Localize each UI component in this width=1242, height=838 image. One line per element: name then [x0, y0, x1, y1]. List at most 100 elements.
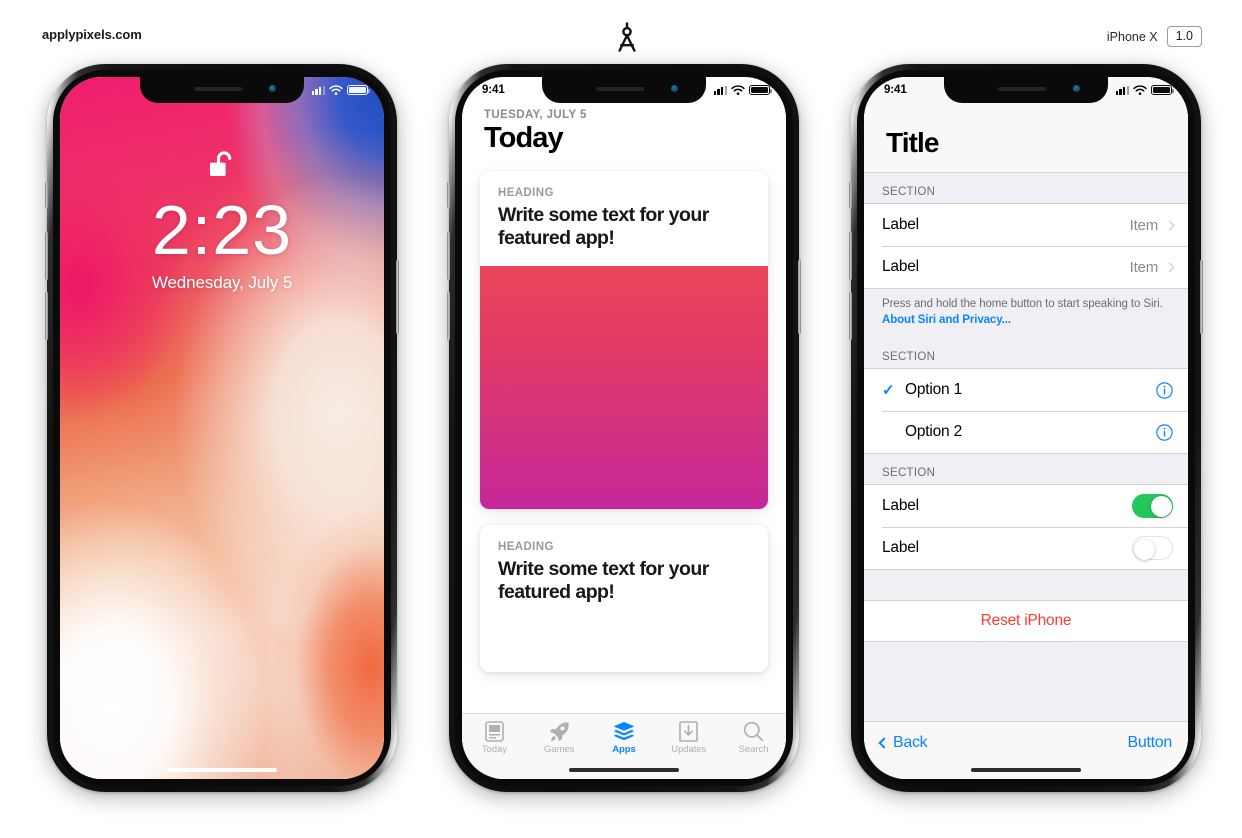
volume-down-button[interactable]: [849, 292, 852, 340]
row-label: Label: [882, 258, 919, 275]
battery-icon: [749, 85, 773, 95]
tab-label: Games: [544, 744, 575, 755]
table-section: ✓ Option 1 Option 2: [864, 368, 1188, 455]
cellular-signal-icon: [1115, 85, 1129, 95]
card-kicker: HEADING: [498, 187, 554, 199]
volume-down-button[interactable]: [45, 292, 48, 340]
wifi-icon: [329, 84, 343, 95]
page-title: Title: [886, 127, 939, 158]
tab-search[interactable]: Search: [721, 720, 786, 755]
table-section: Label Label: [864, 484, 1188, 571]
table-row[interactable]: Label: [864, 485, 1188, 527]
front-camera: [1073, 85, 1080, 92]
section-header: SECTION: [882, 467, 936, 480]
chevron-left-icon: [878, 736, 890, 749]
battery-icon: [347, 85, 371, 95]
newspaper-icon: [485, 720, 504, 742]
table-row[interactable]: Label Item: [864, 246, 1188, 288]
mute-switch[interactable]: [45, 182, 48, 208]
status-bar-time: 9:41: [482, 84, 505, 96]
settings-scroll-area[interactable]: SECTION Label Item Label Item Press and …: [864, 173, 1188, 721]
toggle-switch-off[interactable]: [1132, 536, 1173, 561]
card-headline: Write some text for your featured app!: [498, 557, 709, 604]
earpiece-speaker: [194, 86, 243, 91]
home-indicator[interactable]: [167, 767, 277, 772]
volume-up-button[interactable]: [849, 232, 852, 280]
home-indicator[interactable]: [569, 767, 679, 772]
toggle-switch-on[interactable]: [1132, 494, 1173, 519]
table-row[interactable]: Label Item: [864, 204, 1188, 246]
earpiece-speaker: [596, 86, 645, 91]
info-circle-icon[interactable]: [1156, 381, 1173, 399]
cellular-signal-icon: [713, 85, 727, 95]
tab-games[interactable]: Games: [527, 720, 592, 755]
battery-icon: [1151, 85, 1175, 95]
tab-label: Search: [738, 744, 769, 755]
card-kicker: HEADING: [498, 540, 554, 553]
front-camera: [269, 85, 276, 92]
chevron-right-icon: [1164, 220, 1175, 230]
volume-down-button[interactable]: [447, 292, 450, 340]
tab-label: Today: [481, 744, 507, 755]
power-button[interactable]: [798, 260, 801, 334]
device-meta: iPhone X 1.0: [1106, 26, 1202, 48]
bottom-toolbar: Back Button: [864, 721, 1188, 763]
compass-divider-logo: [607, 18, 647, 58]
cellular-signal-icon: [311, 85, 325, 95]
wifi-icon: [1133, 84, 1147, 95]
featured-card[interactable]: HEADING Write some text for your feature…: [480, 171, 768, 509]
lock-date: Wednesday, July 5: [151, 273, 293, 293]
table-section: Label Item Label Item: [864, 203, 1188, 289]
tab-label: Updates: [671, 744, 707, 755]
earpiece-speaker: [998, 86, 1047, 91]
featured-card[interactable]: HEADING Write some text for your feature…: [480, 524, 768, 672]
rocket-icon: [549, 720, 570, 742]
action-label: Reset iPhone: [980, 612, 1072, 630]
table-row[interactable]: Label: [864, 527, 1188, 569]
lock-screen-content: 2:23 Wednesday, July 5: [60, 149, 384, 293]
checkmark-icon: ✓: [882, 381, 895, 399]
table-row-option-2[interactable]: Option 2: [864, 411, 1188, 453]
toolbar-button-label: Button: [1127, 733, 1173, 751]
home-indicator[interactable]: [971, 767, 1081, 772]
page-title: Today: [484, 122, 564, 154]
screen: TUESDAY, JULY 5 Today HEADING Write some…: [462, 77, 786, 779]
phone-2-today-app: TUESDAY, JULY 5 Today HEADING Write some…: [447, 64, 801, 792]
card-image: [480, 265, 768, 509]
siri-privacy-link[interactable]: About Siri and Privacy...: [882, 314, 1011, 326]
status-bar-icons: [311, 84, 371, 96]
section-footnote: Press and hold the home button to start …: [864, 289, 1188, 338]
unlocked-padlock-icon: [207, 149, 237, 183]
back-button[interactable]: Back: [878, 733, 928, 752]
toolbar-button[interactable]: Button: [1127, 733, 1173, 752]
tab-updates[interactable]: Updates: [656, 720, 721, 755]
status-bar-time: 9:41: [884, 84, 907, 96]
today-scroll-area[interactable]: TUESDAY, JULY 5 Today HEADING Write some…: [462, 77, 786, 713]
row-label: Label: [882, 497, 919, 515]
status-bar-icons: [713, 84, 773, 96]
tab-today[interactable]: Today: [462, 720, 527, 755]
download-icon: [679, 720, 699, 742]
table-row-option-1[interactable]: ✓ Option 1: [864, 369, 1188, 411]
volume-up-button[interactable]: [45, 232, 48, 280]
row-value: Item: [1129, 258, 1159, 276]
power-button[interactable]: [1200, 260, 1203, 334]
layers-icon: [613, 720, 635, 742]
notch: [140, 77, 304, 103]
power-button[interactable]: [396, 260, 399, 334]
back-label: Back: [893, 733, 928, 751]
tab-apps[interactable]: Apps: [592, 720, 657, 755]
today-date-kicker: TUESDAY, JULY 5: [484, 109, 587, 121]
volume-up-button[interactable]: [447, 232, 450, 280]
screen: 2:23 Wednesday, July 5: [60, 77, 384, 779]
section-header: SECTION: [882, 186, 936, 198]
lock-time: 2:23: [151, 191, 293, 269]
mute-switch[interactable]: [849, 182, 852, 208]
info-circle-icon[interactable]: [1156, 423, 1173, 441]
device-label: iPhone X: [1106, 29, 1158, 44]
screen: Title SECTION Label Item Label Item Pres…: [864, 77, 1188, 779]
reset-iphone-button[interactable]: Reset iPhone: [864, 600, 1188, 643]
tab-bar: Today Games Apps Updates Search: [462, 713, 786, 763]
section-header: SECTION: [882, 351, 936, 364]
mute-switch[interactable]: [447, 182, 450, 208]
